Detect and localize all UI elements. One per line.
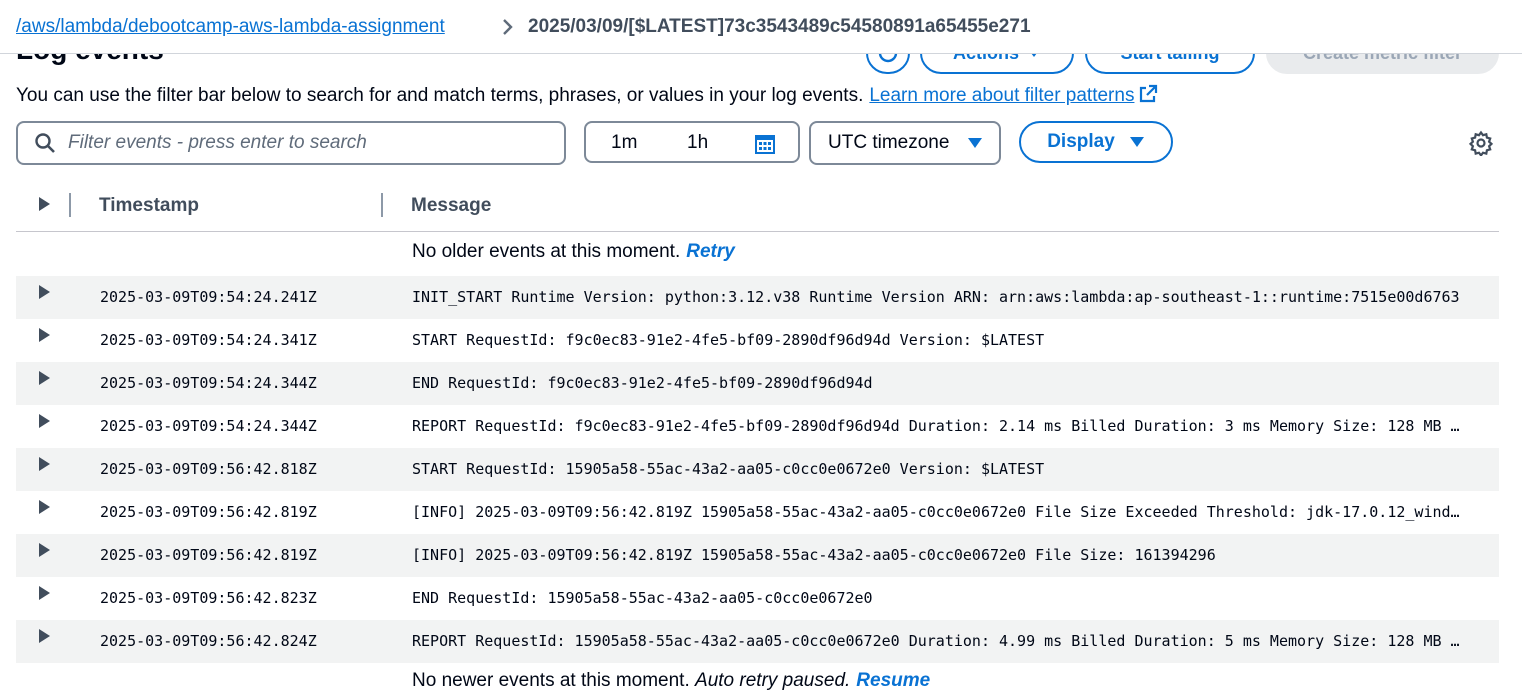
display-button[interactable]: Display bbox=[1019, 121, 1173, 163]
log-message: INIT_START Runtime Version: python:3.12.… bbox=[412, 288, 1460, 306]
display-label: Display bbox=[1047, 131, 1115, 152]
newer-notice-text: No newer events at this moment. bbox=[412, 670, 690, 691]
breadcrumb-log-group-link[interactable]: /aws/lambda/debootcamp-aws-lambda-assign… bbox=[16, 16, 474, 38]
log-message: START RequestId: 15905a58-55ac-43a2-aa05… bbox=[412, 460, 1045, 478]
caret-down-icon bbox=[968, 138, 983, 148]
log-message: [INFO] 2025-03-09T09:56:42.819Z 15905a58… bbox=[412, 503, 1466, 521]
log-message: [INFO] 2025-03-09T09:56:42.819Z 15905a58… bbox=[412, 546, 1216, 564]
log-event-row[interactable]: 2025-03-09T09:56:42.819Z [INFO] 2025-03-0… bbox=[16, 491, 1499, 534]
learn-more-label: Learn more about filter patterns bbox=[869, 85, 1135, 106]
expand-row-icon[interactable] bbox=[37, 370, 51, 390]
search-icon bbox=[35, 133, 55, 153]
timezone-select[interactable]: UTC timezone bbox=[809, 121, 1001, 165]
log-events-list: 2025-03-09T09:54:24.241Z INIT_START Runti… bbox=[16, 276, 1499, 663]
log-event-row[interactable]: 2025-03-09T09:54:24.341Z START RequestId:… bbox=[16, 319, 1499, 362]
log-timestamp: 2025-03-09T09:54:24.341Z bbox=[100, 331, 317, 349]
expand-all-icon[interactable] bbox=[37, 196, 51, 217]
log-message: REPORT RequestId: 15905a58-55ac-43a2-aa0… bbox=[412, 632, 1466, 650]
time-range-selector[interactable]: 1m 1h bbox=[584, 121, 800, 163]
learn-more-link[interactable]: Learn more about filter patterns bbox=[869, 84, 1158, 106]
column-divider[interactable] bbox=[69, 193, 71, 217]
expand-row-icon[interactable] bbox=[37, 413, 51, 433]
expand-row-icon[interactable] bbox=[37, 542, 51, 562]
expand-row-icon[interactable] bbox=[37, 499, 51, 519]
newer-events-notice: No newer events at this moment. Auto ret… bbox=[412, 670, 930, 692]
expand-row-icon[interactable] bbox=[37, 628, 51, 648]
older-events-notice: No older events at this moment. Retry bbox=[412, 241, 735, 263]
log-timestamp: 2025-03-09T09:54:24.344Z bbox=[100, 417, 317, 435]
log-event-row[interactable]: 2025-03-09T09:56:42.819Z [INFO] 2025-03-0… bbox=[16, 534, 1499, 577]
panel-description: You can use the filter bar below to sear… bbox=[16, 84, 1158, 110]
external-link-icon bbox=[1138, 84, 1158, 110]
range-option-1h[interactable]: 1h bbox=[687, 132, 708, 154]
log-timestamp: 2025-03-09T09:56:42.823Z bbox=[100, 589, 317, 607]
older-notice-text: No older events at this moment. bbox=[412, 241, 681, 262]
expand-row-icon[interactable] bbox=[37, 585, 51, 605]
log-timestamp: 2025-03-09T09:56:42.818Z bbox=[100, 460, 317, 478]
log-event-row[interactable]: 2025-03-09T09:56:42.823Z END RequestId: 1… bbox=[16, 577, 1499, 620]
range-option-1m[interactable]: 1m bbox=[611, 132, 637, 154]
log-message: START RequestId: f9c0ec83-91e2-4fe5-bf09… bbox=[412, 331, 1045, 349]
chevron-right-icon bbox=[502, 17, 516, 37]
expand-row-icon[interactable] bbox=[37, 284, 51, 304]
column-header-timestamp[interactable]: Timestamp bbox=[99, 195, 199, 217]
resume-link[interactable]: Resume bbox=[856, 670, 930, 691]
timezone-value: UTC timezone bbox=[828, 132, 950, 153]
log-timestamp: 2025-03-09T09:54:24.344Z bbox=[100, 374, 317, 392]
breadcrumb: /aws/lambda/debootcamp-aws-lambda-assign… bbox=[0, 0, 1522, 54]
log-timestamp: 2025-03-09T09:54:24.241Z bbox=[100, 288, 317, 306]
column-header-message[interactable]: Message bbox=[411, 195, 491, 217]
calendar-icon[interactable] bbox=[754, 133, 776, 161]
log-event-row[interactable]: 2025-03-09T09:56:42.818Z START RequestId:… bbox=[16, 448, 1499, 491]
column-divider[interactable] bbox=[381, 193, 383, 217]
log-message: END RequestId: 15905a58-55ac-43a2-aa05-c… bbox=[412, 589, 873, 607]
search-box[interactable] bbox=[16, 121, 566, 165]
log-event-row[interactable]: 2025-03-09T09:54:24.241Z INIT_START Runti… bbox=[16, 276, 1499, 319]
log-message: END RequestId: f9c0ec83-91e2-4fe5-bf09-2… bbox=[412, 374, 873, 392]
expand-row-icon[interactable] bbox=[37, 456, 51, 476]
log-timestamp: 2025-03-09T09:56:42.819Z bbox=[100, 546, 317, 564]
expand-row-icon[interactable] bbox=[37, 327, 51, 347]
log-event-row[interactable]: 2025-03-09T09:54:24.344Z END RequestId: f… bbox=[16, 362, 1499, 405]
auto-retry-paused-text: Auto retry paused. bbox=[695, 670, 851, 691]
caret-down-icon bbox=[1129, 137, 1144, 147]
breadcrumb-log-stream: 2025/03/09/[$LATEST]73c3543489c54580891a… bbox=[528, 15, 1031, 37]
log-event-row[interactable]: 2025-03-09T09:56:42.824Z REPORT RequestId… bbox=[16, 620, 1499, 663]
table-header: Timestamp Message bbox=[16, 180, 1499, 232]
retry-link[interactable]: Retry bbox=[686, 241, 735, 262]
log-timestamp: 2025-03-09T09:56:42.819Z bbox=[100, 503, 317, 521]
log-event-row[interactable]: 2025-03-09T09:54:24.344Z REPORT RequestId… bbox=[16, 405, 1499, 448]
log-message: REPORT RequestId: f9c0ec83-91e2-4fe5-bf0… bbox=[412, 417, 1466, 435]
gear-icon[interactable] bbox=[1468, 130, 1494, 161]
search-input[interactable] bbox=[68, 132, 538, 154]
description-text: You can use the filter bar below to sear… bbox=[16, 85, 864, 106]
log-timestamp: 2025-03-09T09:56:42.824Z bbox=[100, 632, 317, 650]
